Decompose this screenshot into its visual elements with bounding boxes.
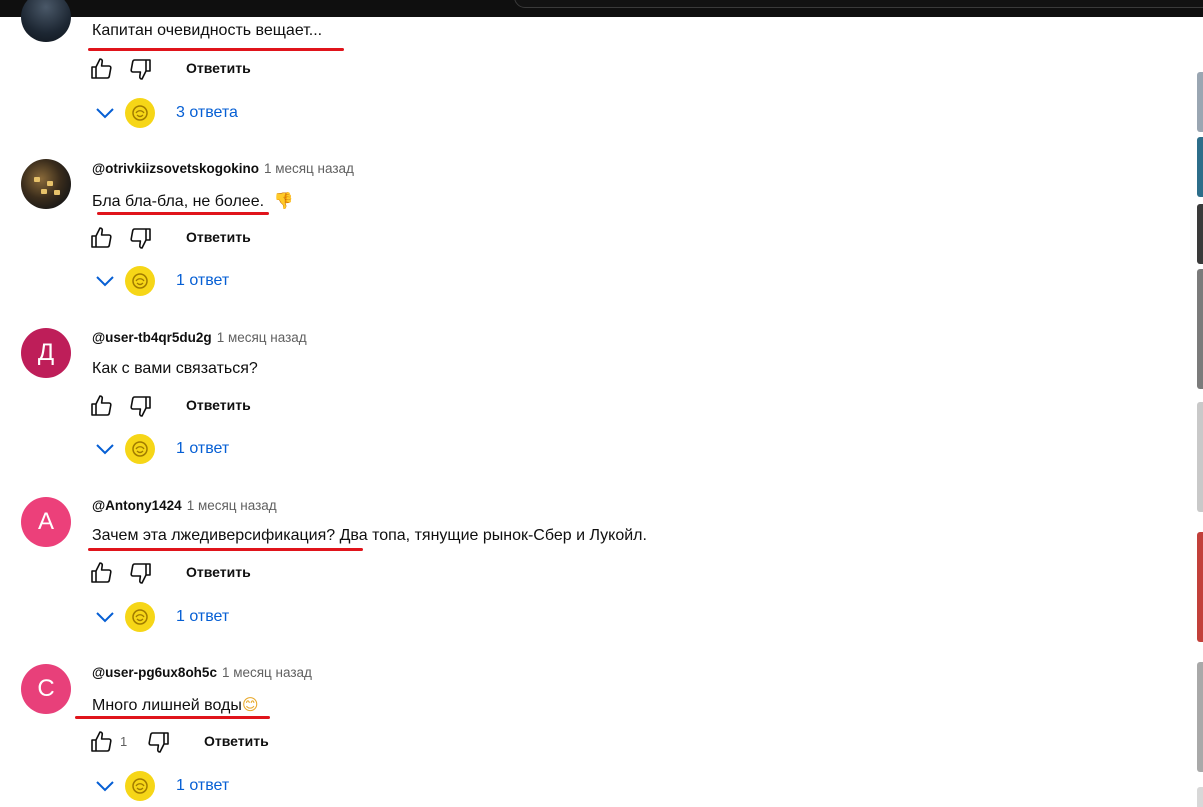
thumbnail[interactable] [1197,72,1203,132]
like-button[interactable] [88,225,114,251]
comment-time[interactable]: 1 месяц назад [187,498,277,513]
comment-time[interactable]: 1 месяц назад [264,161,354,176]
creator-avatar-icon [125,771,155,801]
highlight-underline [75,716,270,719]
author-name[interactable]: @otrivkiizsovetskogokino [92,161,259,176]
avatar[interactable]: Д [21,328,71,378]
thumbs-down-icon [130,228,151,249]
like-button[interactable] [88,393,114,419]
reply-button[interactable]: Ответить [204,733,269,749]
creator-avatar-icon [125,98,155,128]
chevron-down-icon [96,108,114,119]
dislike-button[interactable] [128,560,154,586]
comment-text: Бла бла-бла, не более. 👎 [92,191,293,211]
thumbnail[interactable] [1197,532,1203,642]
reply-button[interactable]: Ответить [186,397,251,413]
comments-page: Капитан очевидность вещает... Ответить 3… [0,0,1203,807]
comment-text-body: Как с вами связаться? [92,360,258,377]
thumbnail[interactable] [1197,269,1203,389]
reply-button[interactable]: Ответить [186,564,251,580]
comment-time[interactable]: 1 месяц назад [222,665,312,680]
avatar[interactable] [21,0,71,42]
dislike-button[interactable] [128,225,154,251]
creator-avatar-icon [125,266,155,296]
thumbs-down-emoji: 👎 [273,191,294,210]
thumbs-up-icon [91,227,112,248]
avatar-letter: C [37,675,55,702]
chevron-down-icon [96,612,114,623]
comment-text: Много лишней воды😊 [92,695,259,715]
like-button[interactable] [88,560,114,586]
comment-text-body: Зачем эта лжедиверсификация? Два топа, т… [92,527,647,544]
chevron-down-icon [96,444,114,455]
top-bar [0,0,1203,17]
like-count: 1 [120,734,128,749]
comment-text: Зачем эта лжедиверсификация? Два топа, т… [92,527,647,545]
thumbs-down-icon [130,563,151,584]
avatar-letter: Д [37,339,55,366]
thumbs-down-icon [130,396,151,417]
reply-button[interactable]: Ответить [186,229,251,245]
comment-text-body: Капитан очевидность вещает... [92,22,323,39]
reply-count[interactable]: 1 ответ [176,608,229,626]
thumbs-up-icon [91,731,112,752]
comment-text: Капитан очевидность вещает... [92,22,322,40]
highlight-underline [88,48,344,51]
reply-button[interactable]: Ответить [186,60,251,76]
thumbnail[interactable] [1197,204,1203,264]
thumbnail[interactable] [1197,402,1203,512]
author-name[interactable]: @Antony1424 [92,498,182,513]
author-name[interactable]: @user-tb4qr5du2g [92,330,212,345]
avatar[interactable]: C [21,664,71,714]
reply-count[interactable]: 1 ответ [176,440,229,458]
comment-header: @Antony1424 1 месяц назад [92,498,277,513]
avatar[interactable] [21,159,71,209]
comment-header: @user-pg6ux8oh5c 1 месяц назад [92,665,312,680]
like-button[interactable] [88,56,114,82]
chevron-down-icon [96,276,114,287]
comment-text-body: Бла бла-бла, не более. [92,193,265,210]
author-name[interactable]: @user-pg6ux8oh5c [92,665,217,680]
comment-header: @user-tb4qr5du2g 1 месяц назад [92,330,307,345]
reply-count[interactable]: 1 ответ [176,272,229,290]
thumbs-up-icon [91,562,112,583]
thumbnail[interactable] [1197,787,1203,807]
comment-header: @otrivkiizsovetskogokino 1 месяц назад [92,161,354,176]
creator-avatar-icon [125,434,155,464]
comment-time[interactable]: 1 месяц назад [217,330,307,345]
avatar-letter: A [37,508,54,535]
chevron-down-icon [96,781,114,792]
highlight-underline [88,548,363,551]
dislike-button[interactable] [128,393,154,419]
dislike-button[interactable] [128,56,154,82]
reply-count[interactable]: 1 ответ [176,777,229,795]
thumbnail[interactable] [1197,137,1203,197]
avatar[interactable]: A [21,497,71,547]
thumbs-down-icon [130,59,151,80]
thumbs-up-icon [91,58,112,79]
thumbs-down-icon [148,732,169,753]
comment-text-body: Много лишней воды [92,697,242,714]
comment-text: Как с вами связаться? [92,360,258,378]
smile-emoji: 😊 [241,695,259,714]
highlight-underline [97,212,269,215]
dislike-button[interactable] [146,729,172,755]
creator-avatar-icon [125,602,155,632]
reply-count[interactable]: 3 ответа [176,104,238,122]
search-box-edge[interactable] [514,0,1203,8]
thumbnail[interactable] [1197,662,1203,772]
recommended-thumbnails-strip [1197,17,1203,807]
like-button[interactable] [88,729,114,755]
thumbs-up-icon [91,395,112,416]
